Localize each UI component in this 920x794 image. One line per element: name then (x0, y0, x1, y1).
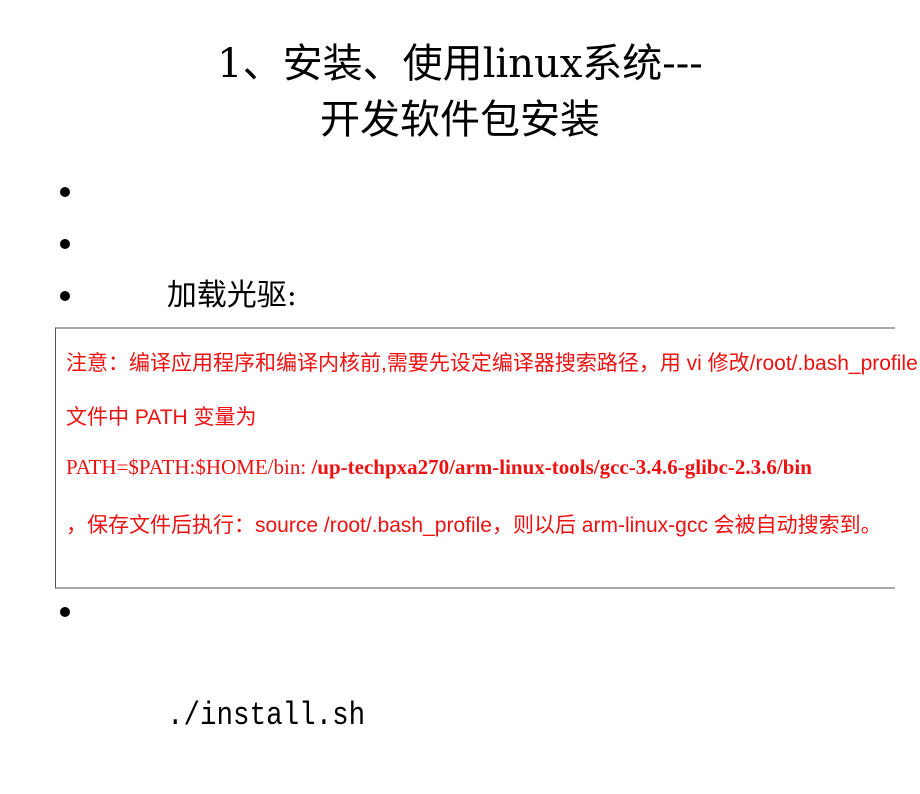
bullet-dot-icon (60, 187, 70, 197)
note-line-4: ，保存文件后执行：source /root/.bash_profile，则以后 … (66, 514, 882, 537)
slide-title: 1、安装、使用linux系统--- 开发软件包安装 (0, 36, 920, 148)
note-path-prefix: PATH=$PATH:$HOME/bin: (66, 455, 312, 479)
note-line-2: 文件中 PATH 变量为 (66, 406, 257, 429)
note-toolchain-path: /up-techpxa270/arm-linux-tools/gcc-3.4.6… (311, 455, 812, 479)
bullet-dot-icon (60, 291, 70, 301)
note-image-box: 注意：编译应用程序和编译内核前,需要先设定编译器搜索路径，用 vi 修改/roo… (55, 327, 918, 589)
bullet-list-continued: ./install.sh (58, 586, 397, 734)
note-line-1: 注意：编译应用程序和编译内核前,需要先设定编译器搜索路径，用 vi 修改/roo… (66, 352, 918, 375)
bullet-list: 加载光驱: Mount /dev/cdrom /mnt/cdrom Mount … (58, 166, 877, 418)
slide-title-line-2: 开发软件包安装 (320, 97, 600, 143)
bullet-item-install-script: ./install.sh (58, 586, 397, 734)
bullet-item-mount-iso-command: Mount –t iso9660 /dev/hdb /mnt/cdrom (58, 270, 877, 418)
note-line-3: PATH=$PATH:$HOME/bin: /up-techpxa270/arm… (66, 455, 812, 480)
bullet-dot-icon (60, 607, 70, 617)
bullet-item-mount-cdrom-heading: 加载光驱: (58, 166, 877, 313)
bullet-item-mount-command: Mount /dev/cdrom /mnt/cdrom (58, 218, 877, 366)
slide-title-line-1: 1、安装、使用linux系统--- (217, 41, 703, 87)
bullet-dot-icon (60, 239, 70, 249)
